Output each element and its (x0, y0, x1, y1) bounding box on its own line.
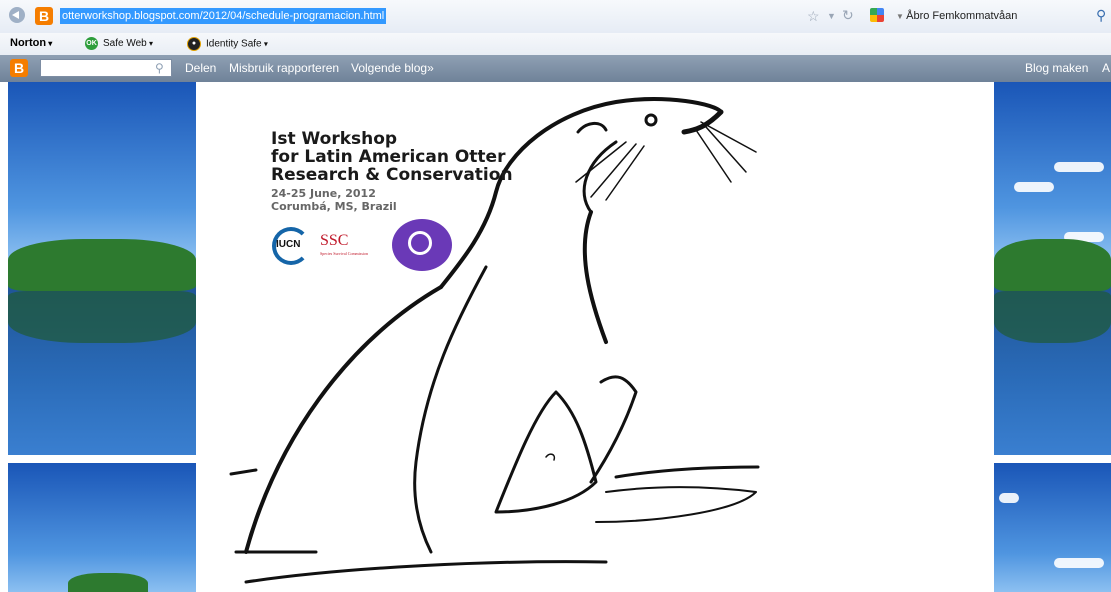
poster-date-location: 24-25 June, 2012 Corumbá, MS, Brazil (271, 187, 397, 213)
landscape-panel-right-bottom (994, 463, 1111, 592)
lock-icon: ● (187, 37, 201, 51)
search-icon[interactable]: ⚲ (155, 61, 164, 75)
chevron-down-icon: ▼ (896, 12, 907, 21)
poster-title-line: Ist Workshop (271, 129, 398, 149)
ssc-logo-text: SSC (320, 232, 349, 249)
blog-search-input[interactable] (45, 62, 157, 78)
norton-toolbar: Norton ▾ OK Safe Web ▾ ● Identity Safe ▾ (0, 33, 1111, 56)
blog-search-box: ⚲ (40, 59, 172, 78)
reload-icon[interactable]: ↻ (842, 8, 854, 22)
blogger-favicon-icon: B (35, 7, 53, 25)
chevron-down-icon: ▾ (146, 39, 153, 49)
norton-brand: Norton (10, 37, 47, 49)
url-field[interactable]: otterworkshop.blogspot.com/2012/04/sched… (60, 8, 387, 24)
share-link[interactable]: Delen (185, 60, 216, 76)
chevron-down-icon[interactable]: ▼ (827, 9, 836, 23)
report-abuse-link[interactable]: Misbruik rapporteren (229, 60, 339, 76)
otter-group-logo-icon (392, 219, 452, 271)
ssc-logo: SSC Species Survival Commission (320, 232, 368, 256)
chevron-down-icon: ▾ (46, 39, 53, 48)
norton-menu[interactable]: Norton ▾ (10, 36, 52, 51)
identity-safe-menu[interactable]: ● Identity Safe ▾ (187, 37, 268, 52)
next-blog-link[interactable]: Volgende blog» (351, 60, 434, 76)
poster-title-line: for Latin American Otter (271, 147, 506, 167)
back-arrow-icon[interactable] (9, 7, 25, 23)
blogger-navbar: B ⚲ Delen Misbruik rapporteren Volgende … (0, 55, 1111, 82)
landscape-panel-right-top (994, 82, 1111, 455)
create-blog-link[interactable]: Blog maken (1025, 60, 1088, 76)
sign-in-link[interactable]: A (1102, 60, 1110, 76)
chevron-down-icon: ▾ (261, 39, 268, 49)
star-icon[interactable]: ☆ (807, 9, 820, 23)
workshop-poster: Ist Workshop for Latin American Otter Re… (196, 82, 994, 592)
identity-safe-label: Identity Safe (206, 38, 262, 50)
search-engine-label: Åbro Femkommatvåan (906, 10, 1018, 22)
search-engine-icon[interactable] (870, 8, 884, 22)
landscape-panel-left-bottom (8, 463, 196, 592)
ssc-tagline: Species Survival Commission (320, 251, 368, 256)
poster-location: Corumbá, MS, Brazil (271, 200, 397, 213)
safe-web-label: Safe Web (103, 38, 147, 50)
poster-title: Ist Workshop for Latin American Otter Re… (271, 130, 513, 184)
poster-title-line: Research & Conservation (271, 165, 513, 185)
landscape-panel-left-top (8, 82, 196, 455)
safe-web-menu[interactable]: OK Safe Web ▾ (85, 37, 153, 51)
blogger-logo-icon[interactable]: B (10, 59, 28, 77)
search-icon[interactable]: ⚲ (1096, 7, 1106, 23)
iucn-logo-text: IUCN (276, 239, 301, 250)
search-box[interactable]: ▼ Åbro Femkommatvåan (896, 8, 1017, 25)
poster-dates: 24-25 June, 2012 (271, 187, 376, 200)
browser-url-bar: B otterworkshop.blogspot.com/2012/04/sch… (0, 0, 1111, 34)
ok-icon: OK (85, 37, 98, 50)
